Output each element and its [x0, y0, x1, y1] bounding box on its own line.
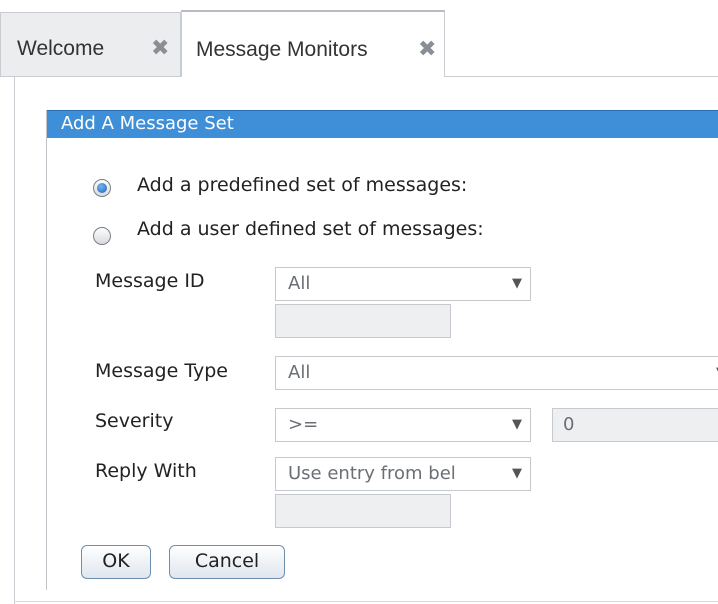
reply-with-input[interactable]: [275, 494, 451, 528]
dialog-title: Add A Message Set: [47, 110, 718, 138]
radio-predefined-label: Add a predefined set of messages:: [137, 174, 468, 196]
radio-user-defined[interactable]: [93, 227, 111, 245]
ok-button[interactable]: OK: [81, 545, 151, 579]
severity-label: Severity: [95, 410, 174, 432]
close-icon[interactable]: ✖: [418, 36, 436, 62]
message-id-value: All: [288, 273, 311, 294]
message-type-label: Message Type: [95, 360, 228, 382]
message-type-value: All: [288, 362, 311, 383]
radio-user-defined-label: Add a user defined set of messages:: [137, 218, 484, 240]
severity-operator-value: >=: [288, 414, 319, 435]
chevron-down-icon: ▼: [512, 276, 522, 291]
tab-bar: Welcome ✖ Message Monitors ✖: [0, 0, 718, 77]
tab-message-monitors[interactable]: Message Monitors ✖: [181, 10, 445, 77]
reply-with-select[interactable]: Use entry from bel ▼: [275, 457, 531, 491]
panel-bottom-border: [14, 601, 718, 602]
chevron-down-icon: ▼: [510, 458, 522, 490]
close-icon[interactable]: ✖: [151, 35, 169, 61]
message-id-label: Message ID: [95, 270, 205, 292]
tab-label: Welcome: [17, 37, 105, 60]
cancel-button[interactable]: Cancel: [169, 545, 285, 579]
reply-with-label: Reply With: [95, 460, 197, 482]
severity-value-input[interactable]: 0: [552, 408, 718, 442]
chevron-down-icon: ▼: [512, 417, 522, 432]
message-type-select[interactable]: All ▼: [275, 356, 718, 390]
message-id-input[interactable]: [275, 304, 451, 338]
message-id-select[interactable]: All ▼: [275, 267, 531, 301]
radio-predefined[interactable]: [93, 179, 111, 197]
reply-with-value: Use entry from bel: [288, 463, 456, 484]
severity-operator-select[interactable]: >= ▼: [275, 408, 531, 442]
add-message-set-dialog: Add A Message Set Add a predefined set o…: [46, 110, 718, 590]
tab-label: Message Monitors: [196, 38, 368, 61]
tab-welcome[interactable]: Welcome ✖: [0, 12, 181, 76]
